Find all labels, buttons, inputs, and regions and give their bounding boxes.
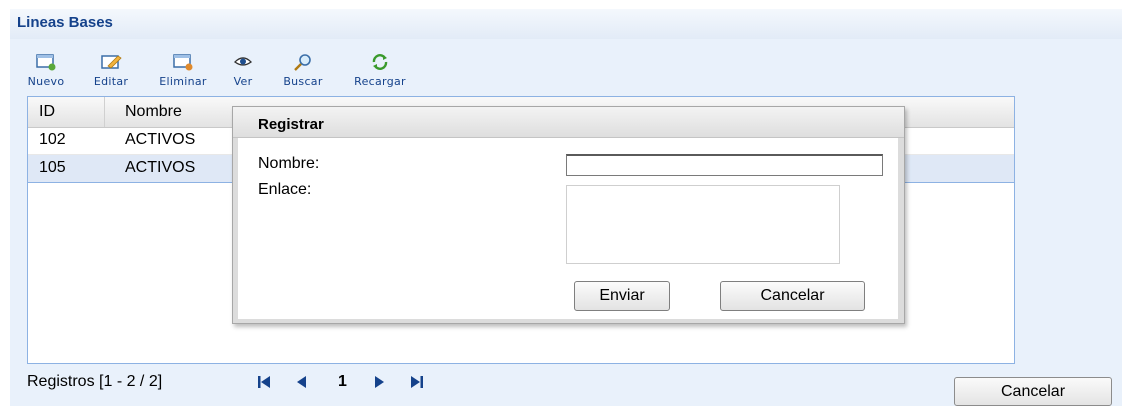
enlace-field[interactable]	[566, 185, 840, 264]
ver-label: Ver	[233, 75, 253, 88]
editar-button[interactable]: Editar	[86, 51, 136, 93]
eliminar-button[interactable]: Eliminar	[152, 51, 214, 93]
dialog-title: Registrar	[258, 116, 324, 133]
delete-icon	[172, 53, 194, 71]
pager: Registros [1 - 2 / 2] 1	[27, 373, 627, 395]
cell-id: 105	[39, 159, 66, 176]
previous-page-icon[interactable]	[295, 375, 307, 394]
pager-records-text: Registros [1 - 2 / 2]	[27, 373, 163, 390]
dialog-cancel-button[interactable]: Cancelar	[720, 281, 865, 311]
nuevo-label: Nuevo	[27, 75, 65, 88]
registrar-dialog: Registrar Nombre: Enlace: Enviar Cancela…	[232, 106, 905, 324]
toolbar: Nuevo Editar Eliminar Ver Buscar Recarga…	[24, 51, 674, 93]
cell-id: 102	[39, 131, 66, 148]
recargar-label: Recargar	[354, 75, 406, 88]
dialog-header[interactable]: Registrar	[233, 107, 904, 138]
column-header-nombre[interactable]: Nombre	[125, 103, 182, 121]
nuevo-button[interactable]: Nuevo	[24, 51, 68, 93]
editar-label: Editar	[93, 75, 129, 88]
buscar-button[interactable]: Buscar	[276, 51, 330, 93]
cell-nombre: ACTIVOS	[125, 131, 196, 148]
nombre-field[interactable]	[566, 154, 883, 176]
current-page-number: 1	[338, 373, 347, 390]
enlace-label: Enlace:	[258, 181, 312, 198]
cancel-button[interactable]: Cancelar	[954, 377, 1112, 406]
next-page-icon[interactable]	[374, 375, 386, 394]
new-document-icon	[35, 53, 57, 71]
column-header-id[interactable]: ID	[39, 103, 55, 121]
search-icon	[292, 53, 314, 71]
panel-title: Lineas Bases	[17, 14, 113, 31]
panel-header	[10, 9, 1122, 39]
ver-button[interactable]: Ver	[226, 51, 260, 93]
cell-nombre: ACTIVOS	[125, 159, 196, 176]
nombre-label: Nombre:	[258, 155, 320, 172]
reload-icon	[369, 53, 391, 71]
recargar-button[interactable]: Recargar	[344, 51, 416, 93]
enviar-button[interactable]: Enviar	[574, 281, 670, 311]
buscar-label: Buscar	[283, 75, 323, 88]
view-eye-icon	[232, 53, 254, 71]
eliminar-label: Eliminar	[159, 75, 207, 88]
column-separator[interactable]	[104, 97, 105, 127]
dialog-body: Nombre: Enlace: Enviar Cancelar	[238, 138, 898, 319]
edit-icon	[100, 53, 122, 71]
last-page-icon[interactable]	[410, 375, 424, 394]
first-page-icon[interactable]	[257, 375, 271, 394]
